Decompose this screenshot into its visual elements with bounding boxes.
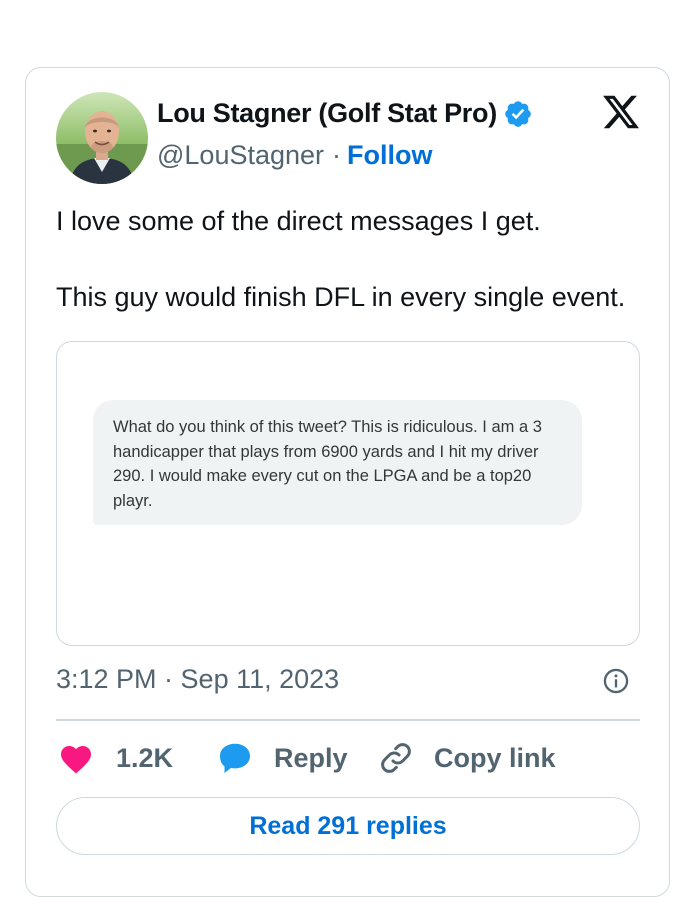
divider [56, 719, 640, 721]
like-count: 1.2K [116, 742, 174, 773]
tweet-media-image[interactable]: What do you think of this tweet? This is… [56, 341, 640, 646]
heart-icon [58, 741, 94, 775]
info-icon[interactable] [602, 667, 630, 695]
tweet-meta-row: 3:12 PM · Sep 11, 2023 [56, 662, 640, 702]
link-icon [378, 740, 414, 776]
verified-badge-icon [503, 99, 533, 129]
like-button[interactable]: 1.2K [58, 736, 173, 780]
action-bar: 1.2K Reply Copy link [56, 736, 640, 780]
copy-link-label: Copy link [434, 742, 556, 773]
tweet-text: I love some of the direct messages I get… [56, 202, 656, 316]
tweet-text-line: This guy would finish DFL in every singl… [56, 282, 626, 312]
author-display-name[interactable]: Lou Stagner (Golf Stat Pro) [157, 98, 497, 129]
copy-link-button[interactable]: Copy link [378, 736, 556, 780]
reply-button[interactable]: Reply [216, 736, 348, 780]
x-logo-icon[interactable] [601, 92, 641, 132]
name-row: Lou Stagner (Golf Stat Pro) [157, 98, 533, 129]
handle-row: @LouStagner · Follow [157, 140, 433, 171]
dm-message-bubble: What do you think of this tweet? This is… [93, 400, 582, 525]
tweet-card: Lou Stagner (Golf Stat Pro) @LouStagner ·… [25, 67, 670, 897]
separator-dot: · [332, 140, 342, 170]
tweet-text-line: I love some of the direct messages I get… [56, 206, 541, 236]
avatar[interactable] [56, 92, 148, 184]
follow-button[interactable]: Follow [347, 140, 432, 170]
author-handle[interactable]: @LouStagner [157, 140, 324, 170]
reply-label: Reply [274, 742, 348, 773]
read-replies-button[interactable]: Read 291 replies [56, 797, 640, 855]
reply-bubble-icon [216, 740, 254, 776]
tweet-timestamp[interactable]: 3:12 PM · Sep 11, 2023 [56, 664, 339, 695]
tweet-header: Lou Stagner (Golf Stat Pro) @LouStagner ·… [56, 90, 641, 186]
